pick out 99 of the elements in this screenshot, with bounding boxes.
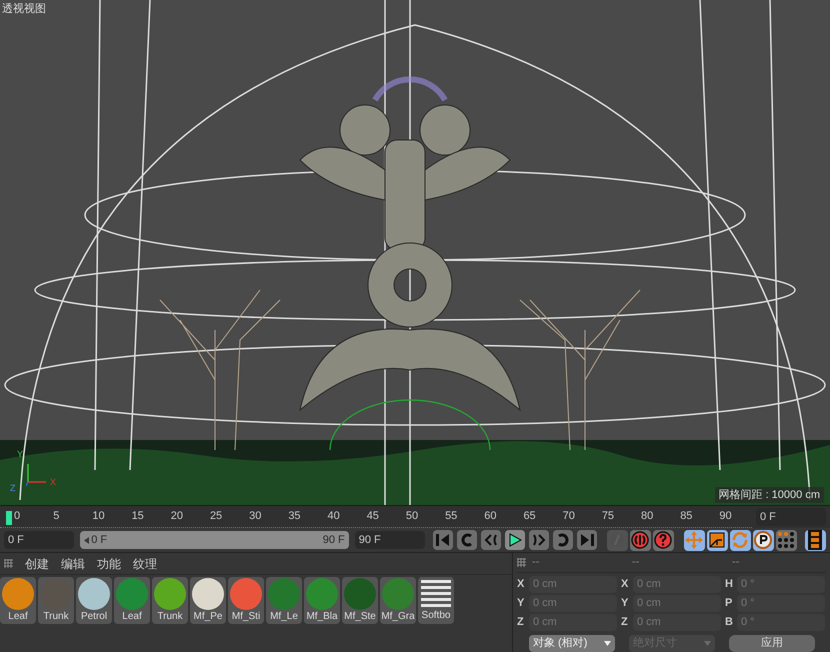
range-end-label: 90 F [322,532,345,548]
material-tile[interactable]: Mf_Gra [380,577,416,624]
record-button[interactable] [630,530,651,551]
frame-number: 20 [170,509,184,524]
material-name: Softbo [422,609,450,622]
material-name: Mf_Pe [194,610,222,623]
frame-number: 30 [249,509,262,524]
play-icon [508,533,522,548]
frame-number: 65 [523,509,537,524]
material-tile[interactable]: Leaf [114,577,150,624]
axis-letter: Z [621,615,629,630]
frame-number: 75 [602,509,616,524]
grid-spacing-label: 网格间距 : 10000 cm [714,486,824,503]
grip-icon [517,558,526,567]
question-icon [654,531,672,550]
frame-number: 0 [14,509,22,524]
material-name: Mf_Bla [306,610,338,623]
material-name: Mf_Sti [232,610,260,623]
frame-number: 45 [366,509,380,524]
material-name: Mf_Ste [344,610,376,623]
material-tile[interactable]: Leaf [0,577,36,624]
frame-number: 15 [132,509,145,524]
start-frame-field[interactable]: 0 F [4,531,74,550]
axis-letter: H [725,577,734,592]
material-tile[interactable]: Mf_Sti [228,577,264,624]
material-tile[interactable]: Mf_Le [266,577,302,624]
axis-letter: B [725,615,734,630]
material-tile[interactable]: Softbo [418,577,454,624]
material-name: Petrol [80,610,108,623]
mode-button[interactable] [776,530,797,551]
axis-label: Y [17,448,24,461]
axis-label: X [50,476,56,489]
axis-label: Z [10,482,16,495]
frame-number: 90 [719,509,733,524]
caret-down-icon [604,641,611,646]
material-name: Trunk [157,610,183,623]
mode-button[interactable] [706,530,728,551]
frame-number: 60 [484,509,498,524]
axis-letter: X [621,577,630,592]
mode-button[interactable] [804,530,826,551]
material-tile[interactable]: Mf_Bla [304,577,340,624]
step-back-icon [484,534,498,546]
menu-item[interactable]: 编辑 [61,554,85,572]
axis-letter: Y [621,596,630,612]
frame-number: 80 [641,509,654,524]
mode-button[interactable] [730,530,751,551]
frame-number: 40 [328,509,341,524]
material-tile[interactable]: Mf_Pe [190,577,226,624]
frame-number: 35 [288,509,302,524]
mode-button[interactable] [752,530,774,551]
film-strip-icon [808,530,822,550]
material-tile[interactable]: Trunk [152,577,188,624]
end-frame-field[interactable]: 90 F [354,531,425,550]
apply-button[interactable]: 应用 [729,635,815,652]
scale-square-icon [709,532,726,548]
grip-icon [4,559,13,568]
move-arrows-icon [685,531,704,550]
material-name: Trunk [43,610,69,623]
frame-number: 70 [562,509,576,524]
skip-end-icon [580,534,594,546]
rotate-icon [731,531,750,550]
frame-field[interactable]: 0 F [756,508,826,526]
menu-item[interactable]: 功能 [97,554,121,572]
caret-down-icon [704,641,711,646]
frame-number: 10 [92,509,106,524]
axis-letter: P [725,596,734,612]
dot-grid-icon [777,531,796,550]
axis-letter: Y [517,596,526,612]
transport-button[interactable] [504,530,525,550]
range-slider[interactable]: 0 F 90 F [80,531,349,550]
viewport-title: 透视视图 [2,2,46,17]
material-tile[interactable]: Mf_Ste [342,577,378,624]
frame-number: 55 [445,509,458,524]
dropdown[interactable]: 对象 (相对) [529,635,615,652]
skip-start-icon [436,534,450,546]
circled-p-icon [754,531,772,550]
range-start-label: 0 F [91,532,108,548]
record-button[interactable] [652,530,674,551]
frame-number: 50 [406,509,420,524]
caret-left-icon [84,536,90,544]
material-name: Mf_Gra [381,610,415,623]
material-tile[interactable]: Petrol [76,577,112,624]
material-name: Mf_Le [270,610,298,623]
mode-button[interactable] [684,530,705,551]
material-name: Leaf [8,610,28,623]
column-header: -- [731,555,740,570]
menu-item[interactable]: 纹理 [133,554,157,572]
frame-number: 25 [210,509,224,524]
axis-letter: X [517,577,526,592]
frame-number: 5 [53,509,60,524]
column-header: -- [631,555,640,570]
step-forward-icon [532,534,546,546]
material-tile[interactable]: Trunk [38,577,74,624]
column-header: -- [531,555,540,570]
menu-item[interactable]: 创建 [25,554,49,572]
material-name: Leaf [122,610,142,623]
axis-letter: Z [517,615,525,630]
record-icon [631,531,650,550]
frame-number: 85 [680,509,694,524]
